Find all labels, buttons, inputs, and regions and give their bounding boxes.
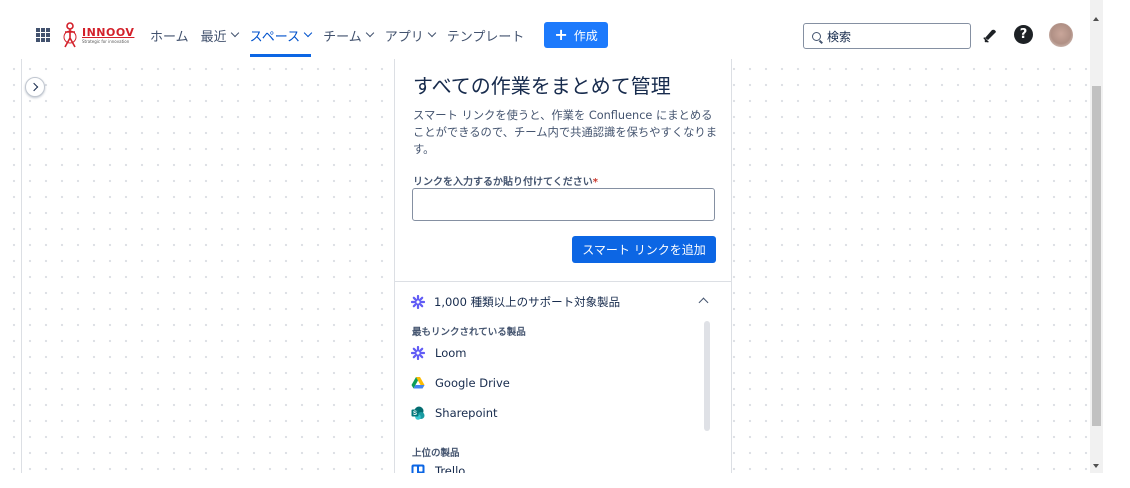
google-drive-icon <box>411 377 425 389</box>
page-scrollbar[interactable] <box>1090 0 1103 473</box>
nav-spaces[interactable]: スペース <box>249 26 313 57</box>
bottom-edge <box>0 473 1130 488</box>
product-name: Sharepoint <box>435 406 498 420</box>
product-name: Google Drive <box>435 376 510 390</box>
supported-products-heading: 1,000 種類以上のサポート対象製品 <box>434 295 621 309</box>
logo-name: INNOOV <box>82 25 135 39</box>
nav-templates-label: テンプレート <box>446 29 525 45</box>
primary-nav: ホーム 最近 スペース チーム アプリ テンプレート + 作成 <box>150 22 608 57</box>
top-navigation: INNOOV Strategic for innovation ホーム 最近 ス… <box>0 0 1090 59</box>
product-name: Trello <box>435 464 466 473</box>
help-icon[interactable]: ? <box>1014 25 1033 44</box>
notification-bell-icon[interactable] <box>982 27 999 44</box>
nav-apps[interactable]: アプリ <box>384 26 436 45</box>
panel-title: すべての作業をまとめて管理 <box>413 74 671 98</box>
logo-figure-icon <box>63 22 77 48</box>
create-button-label: 作成 <box>573 28 598 43</box>
chevron-down-icon <box>230 28 239 38</box>
product-name: Loom <box>435 346 467 360</box>
scrollbar-thumb[interactable] <box>1092 86 1101 426</box>
sidebar-divider <box>21 59 22 473</box>
search-placeholder: 検索 <box>827 29 852 44</box>
sharepoint-icon: S <box>411 406 425 420</box>
plus-icon: + <box>554 25 568 44</box>
scroll-down-arrow-icon[interactable] <box>1093 464 1099 468</box>
nav-home[interactable]: ホーム <box>150 26 189 45</box>
product-list-scrollbar[interactable] <box>704 321 710 431</box>
panel-description: スマート リンクを使うと、作業を Confluence にまとめることができるの… <box>413 109 718 156</box>
nav-home-label: ホーム <box>150 29 189 45</box>
product-item-google-drive[interactable]: Google Drive <box>411 376 510 390</box>
link-field-label: リンクを入力するか貼り付けてください* <box>413 173 598 188</box>
trello-icon <box>411 464 425 473</box>
nav-teams[interactable]: チーム <box>323 26 374 45</box>
create-button[interactable]: + 作成 <box>544 22 608 48</box>
most-linked-label: 最もリンクされている製品 <box>412 327 526 338</box>
link-url-input[interactable] <box>412 188 715 221</box>
chevron-up-icon[interactable] <box>698 297 709 308</box>
link-field-label-text: リンクを入力するか貼り付けてください <box>413 177 593 188</box>
svg-text:S: S <box>413 411 417 417</box>
chevron-down-icon <box>365 28 374 38</box>
nav-templates[interactable]: テンプレート <box>447 26 525 45</box>
search-icon <box>812 31 821 41</box>
chevron-down-icon <box>427 28 436 38</box>
loom-icon <box>411 346 425 360</box>
chevron-down-icon <box>303 28 313 38</box>
nav-teams-label: チーム <box>323 29 362 45</box>
expand-sidebar-button[interactable] <box>25 77 45 97</box>
search-input[interactable]: 検索 <box>803 23 971 49</box>
nav-spaces-label: スペース <box>249 29 301 45</box>
product-item-trello[interactable]: Trello <box>411 464 465 473</box>
company-logo[interactable]: INNOOV Strategic for innovation <box>62 22 134 48</box>
product-item-sharepoint[interactable]: S Sharepoint <box>411 406 498 420</box>
nav-apps-label: アプリ <box>384 29 424 45</box>
nav-recent[interactable]: 最近 <box>200 26 239 45</box>
section-divider <box>395 281 731 282</box>
product-item-loom[interactable]: Loom <box>411 346 466 360</box>
user-avatar[interactable] <box>1049 23 1073 47</box>
logo-tagline: Strategic for innovation <box>82 38 130 44</box>
smart-link-panel: すべての作業をまとめて管理 スマート リンクを使うと、作業を Confluenc… <box>394 59 732 473</box>
loom-icon <box>411 295 425 309</box>
scroll-up-arrow-icon[interactable] <box>1093 17 1099 21</box>
supported-products-toggle[interactable]: 1,000 種類以上のサポート対象製品 <box>411 294 620 310</box>
app-switcher-grid-icon[interactable] <box>36 28 50 42</box>
required-mark: * <box>592 177 598 188</box>
top-products-label: 上位の製品 <box>412 448 460 459</box>
add-smart-link-button[interactable]: スマート リンクを追加 <box>572 236 716 263</box>
nav-recent-label: 最近 <box>200 29 227 45</box>
